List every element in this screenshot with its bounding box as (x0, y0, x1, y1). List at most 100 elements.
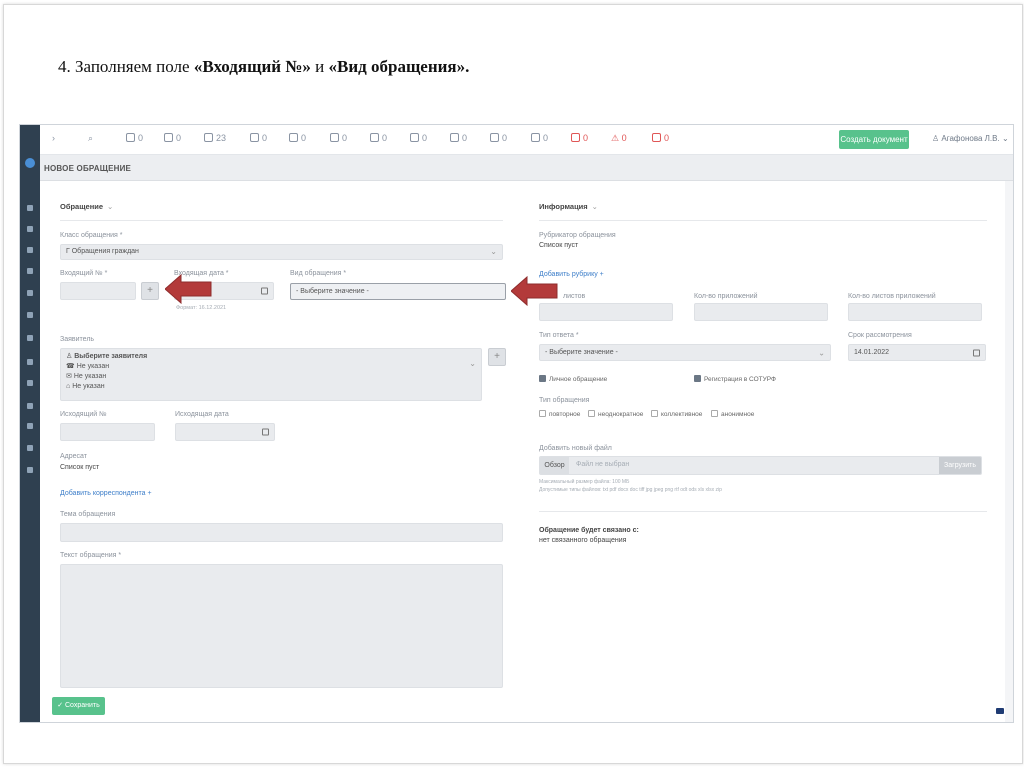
sidebar-item-9[interactable] (27, 380, 33, 386)
linked-title: Обращение будет связано с: (539, 527, 639, 534)
sidebar-item-13[interactable] (27, 467, 33, 473)
class-select[interactable]: Г Обращения граждан ⌄ (60, 244, 503, 260)
slide-heading: 4. Заполняем поле «Входящий №» и «Вид об… (58, 57, 469, 77)
plus-icon: + (494, 351, 500, 362)
sidebar-item-11[interactable] (27, 423, 33, 429)
toolbar-incoming[interactable]: 0 (126, 133, 143, 143)
linked-value: нет связанного обращения (539, 537, 627, 544)
toolbar-outgoing[interactable]: 0 (164, 133, 181, 143)
phone-icon: ☎ (66, 363, 75, 370)
plus-icon: + (147, 285, 153, 296)
sidebar-item-8[interactable] (27, 359, 33, 365)
attachments-input[interactable] (694, 303, 828, 321)
sidebar-item-7[interactable] (27, 335, 33, 341)
user-icon: ♙ (932, 134, 940, 143)
toolbar-document[interactable]: 0 (250, 133, 267, 143)
search-icon: ⌕ (88, 133, 94, 143)
toolbar-user-check[interactable]: 0 (450, 133, 467, 143)
user-menu[interactable]: ♙ Агафонова Л.В. ⌄ (932, 134, 1009, 143)
create-document-button[interactable]: Создать документ (839, 130, 909, 149)
chevron-down-icon: ⌄ (818, 348, 825, 357)
toolbar-edit[interactable]: 0 (289, 133, 306, 143)
calendar-icon (262, 428, 269, 436)
kind-multiple-checkbox[interactable]: неоднократное (588, 410, 643, 418)
toolbar-search[interactable]: ⌕ (88, 133, 93, 144)
heading-conjunction: и (310, 57, 329, 76)
kind-repeat-checkbox[interactable]: повторное (539, 410, 580, 418)
chevron-right-icon: › (52, 133, 55, 143)
heading-field-1: «Входящий №» (193, 57, 311, 76)
chevron-down-icon: ⌄ (107, 202, 114, 211)
section-appeal[interactable]: Обращение ⌄ (60, 202, 113, 211)
home-icon: ⌂ (66, 383, 71, 390)
add-applicant-button[interactable]: + (488, 348, 506, 366)
slide: 4. Заполняем поле «Входящий №» и «Вид об… (0, 0, 1024, 767)
sotur-registration-checkbox[interactable]: Регистрация в СОТУРФ (694, 375, 776, 383)
outgoing-no-input[interactable] (60, 423, 155, 441)
addressee-label: Адресат (60, 453, 87, 460)
add-number-button[interactable]: + (141, 282, 159, 300)
outgoing-date-input[interactable] (175, 423, 275, 441)
toolbar-network[interactable]: 0 (490, 133, 507, 143)
outgoing-icon (164, 133, 173, 142)
toolbar-pen[interactable]: 0 (330, 133, 347, 143)
browse-button[interactable]: Обзор (540, 457, 569, 474)
addressee-value: Список пуст (60, 464, 100, 471)
sidebar-item-12[interactable] (27, 445, 33, 451)
toolbar-checklist[interactable]: 0 (370, 133, 387, 143)
divider (60, 220, 503, 221)
text-area[interactable] (60, 564, 503, 688)
sidebar-item-10[interactable] (27, 403, 33, 409)
incoming-no-input[interactable] (60, 282, 136, 300)
kind-collective-checkbox[interactable]: коллективное (651, 410, 702, 418)
attachments-label: Кол-во приложений (694, 293, 758, 300)
appeal-type-select[interactable]: - Выберите значение - (290, 283, 506, 300)
kind-anonymous-checkbox[interactable]: анонимное (711, 410, 754, 418)
sidebar-item-6[interactable] (27, 312, 33, 318)
email-icon: ✉ (66, 373, 72, 380)
deadline-label: Срок рассмотрения (848, 332, 912, 339)
subject-input[interactable] (60, 523, 503, 542)
applicant-label: Заявитель (60, 336, 95, 343)
sidebar-item-5[interactable] (27, 290, 33, 296)
toolbar-message[interactable]: 0 (410, 133, 427, 143)
chevron-down-icon: ⌄ (591, 202, 598, 211)
rubricator-label: Рубрикатор обращения (539, 232, 616, 239)
attachment-sheets-label: Кол-во листов приложений (848, 293, 936, 300)
add-correspondent-link[interactable]: Добавить корреспондента + (60, 490, 152, 497)
toolbar-chevron[interactable]: › (52, 133, 55, 143)
sheets-input[interactable] (539, 303, 673, 321)
attachment-sheets-input[interactable] (848, 303, 982, 321)
section-information[interactable]: Информация ⌄ (539, 202, 598, 211)
toolbar-warning[interactable]: ⚠ 0 (611, 133, 627, 144)
class-label: Класс обращения * (60, 232, 123, 239)
appeal-type-label: Вид обращения * (290, 270, 347, 277)
toolbar-fire[interactable]: 0 (652, 133, 669, 143)
toolbar-copy[interactable]: 0 (531, 133, 548, 143)
chevron-down-icon: ⌄ (490, 247, 497, 256)
save-button[interactable]: ✓ Сохранить (52, 697, 105, 715)
sidebar-item-2[interactable] (27, 226, 33, 232)
sidebar-item-4[interactable] (27, 268, 33, 274)
heading-field-2: «Вид обращения». (328, 57, 470, 76)
video-icon[interactable] (996, 708, 1004, 714)
upload-button[interactable]: Загрузить (939, 457, 981, 474)
sidebar-item-3[interactable] (27, 247, 33, 253)
applicant-block[interactable]: ♙ Выберите заявителя ☎ Не указан ✉ Не ук… (60, 348, 482, 401)
sidebar-item-1[interactable] (27, 205, 33, 211)
network-icon (490, 133, 499, 142)
page-title: НОВОЕ ОБРАЩЕНИЕ (44, 164, 132, 173)
applicant-select[interactable]: ♙ Выберите заявителя (66, 352, 481, 362)
message-icon (410, 133, 419, 142)
file-input[interactable]: Обзор Файл не выбран Загрузить (539, 456, 982, 475)
outgoing-date-label: Исходящая дата (175, 411, 229, 418)
rubricator-value: Список пуст (539, 242, 579, 249)
toolbar-institution[interactable]: 23 (204, 133, 226, 143)
document-icon (250, 133, 259, 142)
personal-appeal-checkbox[interactable]: Личное обращение (539, 375, 607, 383)
response-type-select[interactable]: - Выберите значение - ⌄ (539, 344, 831, 361)
chevron-down-icon: ⌄ (1001, 134, 1009, 143)
deadline-input[interactable]: 14.01.2022 (848, 344, 986, 361)
toolbar-copy-red[interactable]: 0 (571, 133, 588, 143)
applicant-email: ✉ Не указан (66, 373, 107, 380)
